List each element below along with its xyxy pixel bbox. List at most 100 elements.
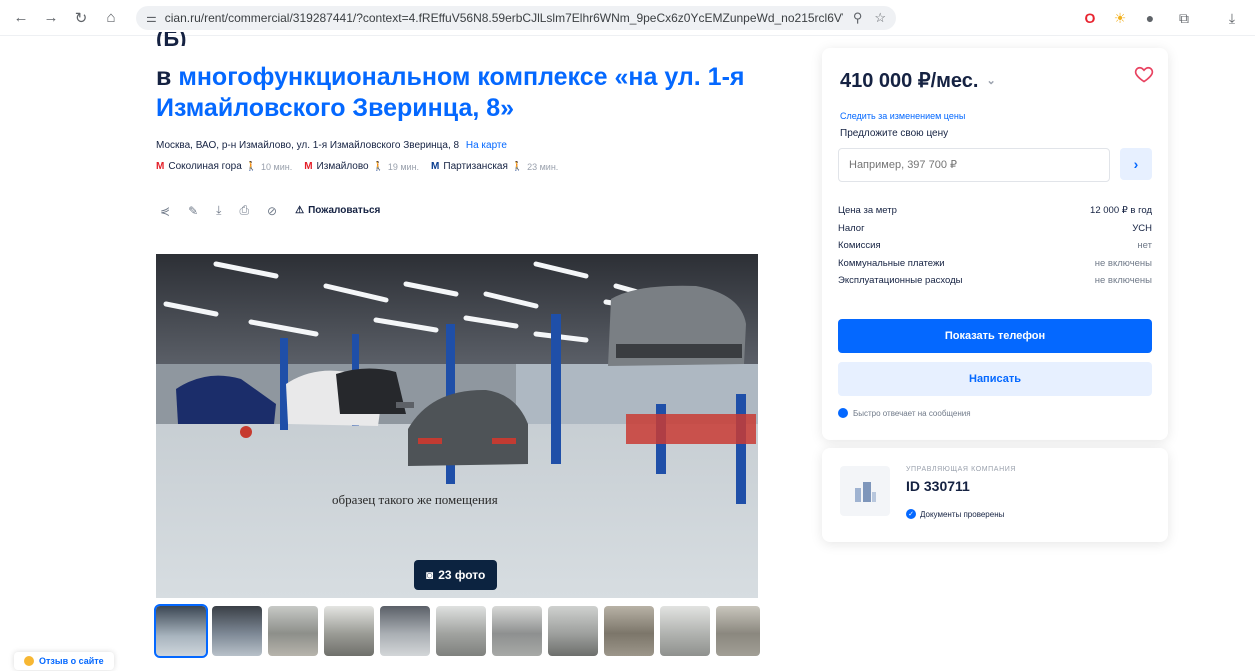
company-id: ID 330711 [906, 478, 970, 494]
write-message-button[interactable]: Написать [838, 362, 1152, 396]
download-icon[interactable]: ⤓ [216, 203, 221, 218]
favorite-heart-icon[interactable] [1134, 64, 1154, 84]
show-phone-button[interactable]: Показать телефон [838, 319, 1152, 353]
metro-station[interactable]: М Партизанская 🚶 23 мин. [431, 161, 558, 172]
hide-icon[interactable]: ⊘ [267, 204, 277, 218]
metro-time: 19 мин. [387, 161, 420, 172]
photo-thumbnails [154, 604, 760, 658]
documents-verified: ✓ Документы проверены [906, 509, 1004, 519]
photo-thumbnail[interactable] [212, 606, 262, 656]
back-icon[interactable]: ← [10, 7, 32, 29]
photo-thumbnail[interactable] [154, 604, 208, 658]
param-label: Налог [838, 222, 865, 234]
complain-label: Пожаловаться [308, 205, 381, 216]
zoom-icon[interactable]: ⚲ [853, 10, 863, 26]
param-value: не включены [1094, 257, 1152, 269]
price-params: Цена за метр 12 000 ₽ в год Налог УСН Коми… [838, 202, 1152, 290]
opera-extension-icon[interactable]: O [1078, 6, 1102, 30]
edit-icon[interactable]: ✎ [188, 204, 198, 218]
site-settings-icon[interactable]: ⚌ [146, 11, 157, 25]
offer-submit-button[interactable]: › [1120, 148, 1152, 180]
photo-thumbnail[interactable] [324, 606, 374, 656]
photo-thumbnail[interactable] [492, 606, 542, 656]
photo-count-badge[interactable]: ◙ 23 фото [414, 560, 498, 590]
listing-title: в многофункциональном комплексе «на ул. … [156, 62, 776, 124]
metro-icon: М [431, 161, 440, 172]
photo-thumbnail[interactable] [268, 606, 318, 656]
metro-name: Измайлово [316, 161, 369, 172]
smile-icon [24, 656, 34, 666]
metro-name: Соколиная гора [168, 161, 242, 172]
address-text: Москва, ВАО, р-н Измайлово, ул. 1-я Изма… [156, 140, 460, 151]
param-row: Комиссия нет [838, 237, 1152, 255]
garage-photo [156, 254, 758, 598]
company-card[interactable]: УПРАВЛЯЮЩАЯ КОМПАНИЯ ID 330711 ✓ Докумен… [822, 448, 1168, 542]
url-text[interactable]: cian.ru/rent/commercial/319287441/?conte… [165, 11, 843, 25]
check-icon: ✓ [906, 509, 916, 519]
photo-thumbnail[interactable] [660, 606, 710, 656]
fast-reply-note: Быстро отвечает на сообщения [838, 408, 971, 418]
share-icon[interactable]: ⋞ [160, 204, 170, 218]
follow-price-link[interactable]: Следить за изменением цены [840, 111, 965, 121]
param-value: не включены [1094, 275, 1152, 287]
title-cut-line: (Б) [156, 32, 187, 46]
walk-icon: 🚶 [372, 161, 384, 171]
photo-thumbnail[interactable] [380, 606, 430, 656]
metro-time: 10 мин. [261, 161, 293, 172]
documents-verified-text: Документы проверены [920, 509, 1005, 519]
metro-icon: М [156, 161, 165, 172]
clock-icon [838, 408, 848, 418]
listing-actions: ⋞ ✎ ⤓ ⎙ ⊘ ⚠ Пожаловаться [160, 203, 380, 218]
home-icon[interactable]: ⌂ [100, 7, 122, 29]
param-label: Комиссия [838, 240, 881, 252]
offer-price-label: Предложите свою цену [840, 128, 949, 139]
fast-reply-text: Быстро отвечает на сообщения [853, 408, 971, 418]
price-value: 410 000 ₽/мес. [840, 70, 979, 92]
param-value: 12 000 ₽ в год [1090, 205, 1152, 217]
metro-list: М Соколиная гора 🚶 10 мин. М Измайлово 🚶… [156, 161, 558, 172]
param-row: Эксплуатационные расходы не включены [838, 272, 1152, 290]
extension-icon[interactable]: ● [1138, 6, 1162, 30]
walk-icon: 🚶 [245, 161, 257, 171]
param-label: Коммунальные платежи [838, 257, 945, 269]
chevron-down-icon[interactable]: ⌄ [986, 74, 995, 87]
param-value: нет [1137, 240, 1152, 252]
company-type: УПРАВЛЯЮЩАЯ КОМПАНИЯ [906, 466, 1017, 473]
photo-caption: образец такого же помещения [332, 492, 498, 507]
metro-station[interactable]: М Соколиная гора 🚶 10 мин. [156, 161, 292, 172]
chevron-right-icon: › [1133, 156, 1139, 172]
photo-thumbnail[interactable] [716, 606, 760, 656]
price: 410 000 ₽/мес. ⌄ [840, 68, 996, 93]
camera-icon: ◙ [426, 568, 434, 582]
building-icon [855, 482, 876, 502]
complain-button[interactable]: ⚠ Пожаловаться [295, 205, 380, 216]
forward-icon[interactable]: → [40, 7, 62, 29]
address: Москва, ВАО, р-н Измайлово, ул. 1-я Изма… [156, 140, 507, 151]
weather-extension-icon[interactable]: ☀ [1108, 6, 1132, 30]
browser-toolbar: ← → ↻ ⌂ ⚌ cian.ru/rent/commercial/319287… [0, 0, 1255, 36]
bookmark-star-icon[interactable]: ☆ [874, 10, 886, 26]
photo-thumbnail[interactable] [548, 606, 598, 656]
warning-icon: ⚠ [295, 205, 305, 216]
map-link[interactable]: На карте [466, 140, 507, 151]
address-bar[interactable]: ⚌ cian.ru/rent/commercial/319287441/?con… [136, 6, 896, 30]
download-icon[interactable]: ⤓ [1220, 6, 1244, 30]
metro-station[interactable]: М Измайлово 🚶 19 мин. [304, 161, 419, 172]
extensions-puzzle-icon[interactable]: ⧉ [1172, 6, 1196, 30]
param-row: Коммунальные платежи не включены [838, 255, 1152, 273]
photo-thumbnail[interactable] [604, 606, 654, 656]
main-photo[interactable]: образец такого же помещения ◙ 23 фото [156, 254, 758, 598]
site-feedback-button[interactable]: Отзыв о сайте [14, 652, 114, 670]
complex-link[interactable]: многофункциональном комплексе «на ул. 1-… [156, 63, 744, 122]
param-row: Цена за метр 12 000 ₽ в год [838, 202, 1152, 220]
walk-icon: 🚶 [511, 161, 524, 171]
param-label: Цена за метр [838, 205, 897, 217]
company-logo [840, 466, 890, 516]
param-value: УСН [1132, 222, 1152, 234]
metro-name: Партизанская [443, 161, 508, 172]
title-prefix: в [156, 63, 179, 91]
offer-price-input[interactable] [838, 148, 1110, 182]
print-icon[interactable]: ⎙ [239, 203, 249, 218]
reload-icon[interactable]: ↻ [70, 7, 92, 29]
photo-thumbnail[interactable] [436, 606, 486, 656]
